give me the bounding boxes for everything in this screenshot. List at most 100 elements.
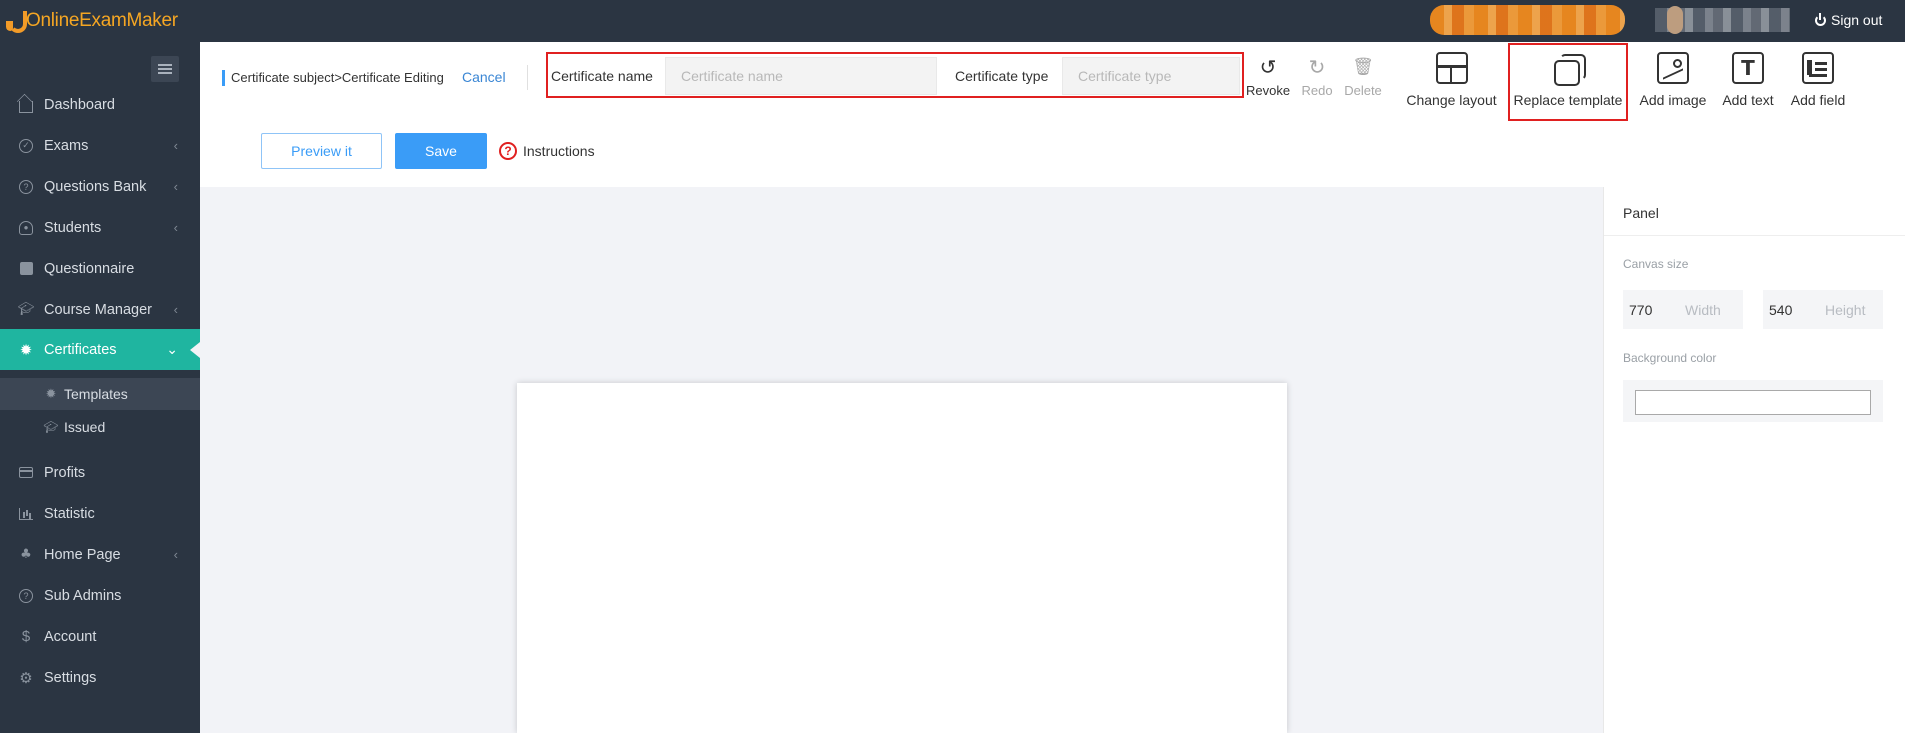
- change-layout-button[interactable]: Change layout: [1404, 52, 1499, 108]
- question-circle-icon: ?: [19, 588, 33, 603]
- top-bar: OnlineExamMaker Sign out: [0, 0, 1905, 42]
- revoke-button[interactable]: ↺ Revoke: [1246, 56, 1290, 98]
- sidebar-subitem-label: Issued: [64, 419, 106, 435]
- sidebar-item-label: Questions Bank: [44, 178, 147, 195]
- copy-icon: [1552, 52, 1586, 86]
- delete-button[interactable]: 🗑︎ Delete: [1343, 56, 1383, 98]
- app-logo[interactable]: OnlineExamMaker: [6, 8, 178, 34]
- sidebar-item-sub-admins[interactable]: ? Sub Admins: [0, 575, 200, 616]
- certificate-type-label: Certificate type: [955, 68, 1049, 84]
- add-text-label: Add text: [1722, 92, 1774, 108]
- certificate-canvas[interactable]: [517, 383, 1287, 733]
- redo-label: Redo: [1301, 83, 1333, 98]
- certificate-type-input[interactable]: [1062, 57, 1240, 95]
- sidebar-item-label: Dashboard: [44, 96, 115, 113]
- instructions-link[interactable]: ? Instructions: [499, 142, 595, 160]
- add-field-label: Add field: [1790, 92, 1846, 108]
- chevron-left-icon: ‹: [173, 302, 178, 317]
- sidebar-subitem-issued[interactable]: 🎓︎ Issued: [0, 411, 200, 443]
- sidebar-item-label: Statistic: [44, 505, 95, 522]
- sidebar-item-label: Home Page: [44, 546, 121, 563]
- badge-icon: ✹: [19, 340, 33, 359]
- delete-label: Delete: [1344, 83, 1382, 98]
- question-circle-icon: ?: [19, 179, 33, 194]
- panel-title: Panel: [1623, 205, 1659, 221]
- text-icon: T: [1732, 52, 1764, 84]
- sidebar-item-dashboard[interactable]: Dashboard: [0, 84, 200, 125]
- home-icon: [19, 98, 33, 113]
- background-color-picker[interactable]: [1635, 390, 1871, 415]
- power-icon: [1815, 12, 1826, 26]
- redo-icon: ↻: [1308, 55, 1326, 79]
- certificate-name-label: Certificate name: [551, 68, 653, 84]
- add-image-label: Add image: [1639, 92, 1707, 108]
- width-unit-label: Width: [1685, 301, 1721, 318]
- sidebar-item-home-page[interactable]: ♣ Home Page ‹: [0, 534, 200, 575]
- check-circle-icon: ✓: [19, 138, 33, 153]
- card-icon: [19, 466, 33, 480]
- properties-panel: Panel Canvas size Width Height Backgroun…: [1603, 187, 1905, 733]
- sign-out-label: Sign out: [1831, 12, 1883, 28]
- field-icon: [1802, 52, 1834, 84]
- sidebar-item-label: Sub Admins: [44, 587, 122, 604]
- height-unit-label: Height: [1825, 301, 1866, 318]
- bar-chart-icon: [19, 507, 33, 521]
- sidebar-item-students[interactable]: ● Students ‹: [0, 207, 200, 248]
- redacted-account[interactable]: [1655, 6, 1790, 34]
- menu-toggle-icon[interactable]: [151, 56, 179, 82]
- canvas-width-field: Width: [1623, 290, 1743, 329]
- preview-button[interactable]: Preview it: [261, 133, 382, 169]
- add-text-button[interactable]: T Add text: [1717, 52, 1779, 108]
- checkbox-icon: [19, 262, 33, 276]
- trash-icon: 🗑︎: [1352, 57, 1374, 77]
- instructions-label: Instructions: [523, 143, 595, 159]
- sign-out-button[interactable]: Sign out: [1815, 12, 1882, 28]
- sidebar-item-label: Questionnaire: [44, 260, 135, 277]
- chevron-down-icon: ⌄: [166, 341, 178, 357]
- sidebar-item-exams[interactable]: ✓ Exams ‹: [0, 125, 200, 166]
- sidebar-subitem-templates[interactable]: ✹ Templates: [0, 378, 200, 410]
- sidebar-item-certificates[interactable]: ✹ Certificates ⌄: [0, 329, 200, 370]
- sidebar-item-questionnaire[interactable]: Questionnaire: [0, 248, 200, 289]
- logo-mark-icon: [6, 9, 27, 33]
- breadcrumb-marker: [222, 70, 225, 86]
- sidebar-item-label: Settings: [44, 669, 97, 686]
- sidebar-item-label: Exams: [44, 137, 89, 154]
- gear-icon: ⚙: [19, 668, 33, 687]
- add-field-button[interactable]: Add field: [1785, 52, 1851, 108]
- sidebar-item-questions-bank[interactable]: ? Questions Bank ‹: [0, 166, 200, 207]
- chevron-left-icon: ‹: [173, 220, 178, 235]
- add-image-button[interactable]: Add image: [1633, 52, 1713, 108]
- certificate-name-input[interactable]: [665, 57, 937, 95]
- divider: [527, 65, 528, 90]
- sidebar-item-profits[interactable]: Profits: [0, 452, 200, 493]
- image-icon: [1657, 52, 1689, 84]
- sidebar-item-label: Students: [44, 219, 102, 236]
- cancel-link[interactable]: Cancel: [462, 69, 506, 85]
- sidebar-item-label: Account: [44, 628, 97, 645]
- sidebar-item-course-manager[interactable]: 🎓︎ Course Manager ‹: [0, 289, 200, 330]
- layout-icon: [1435, 52, 1468, 84]
- sidebar-item-settings[interactable]: ⚙ Settings: [0, 657, 200, 698]
- redo-button[interactable]: ↻ Redo: [1301, 55, 1333, 98]
- graduation-cap-icon: 🎓︎: [43, 420, 59, 434]
- change-layout-label: Change layout: [1406, 92, 1497, 108]
- sidebar-subitem-label: Templates: [64, 386, 128, 402]
- replace-template-button[interactable]: Replace template: [1510, 52, 1626, 108]
- chevron-left-icon: ‹: [173, 547, 178, 562]
- save-button[interactable]: Save: [395, 133, 487, 169]
- chevron-left-icon: ‹: [173, 138, 178, 153]
- logo-text: OnlineExamMaker: [26, 10, 178, 31]
- sidebar-item-account[interactable]: $ Account: [0, 616, 200, 657]
- background-color-label: Background color: [1623, 351, 1717, 365]
- badge-icon: ✹: [45, 386, 57, 402]
- revoke-label: Revoke: [1245, 83, 1291, 98]
- redacted-username: [1430, 5, 1625, 35]
- panel-divider: [1604, 235, 1905, 236]
- chevron-left-icon: ‹: [173, 179, 178, 194]
- sidebar-item-statistic[interactable]: Statistic: [0, 493, 200, 534]
- canvas-width-input[interactable]: [1629, 301, 1679, 318]
- canvas-height-input[interactable]: [1769, 301, 1819, 318]
- avatar: [1667, 6, 1683, 34]
- sidebar-item-label: Course Manager: [44, 301, 152, 318]
